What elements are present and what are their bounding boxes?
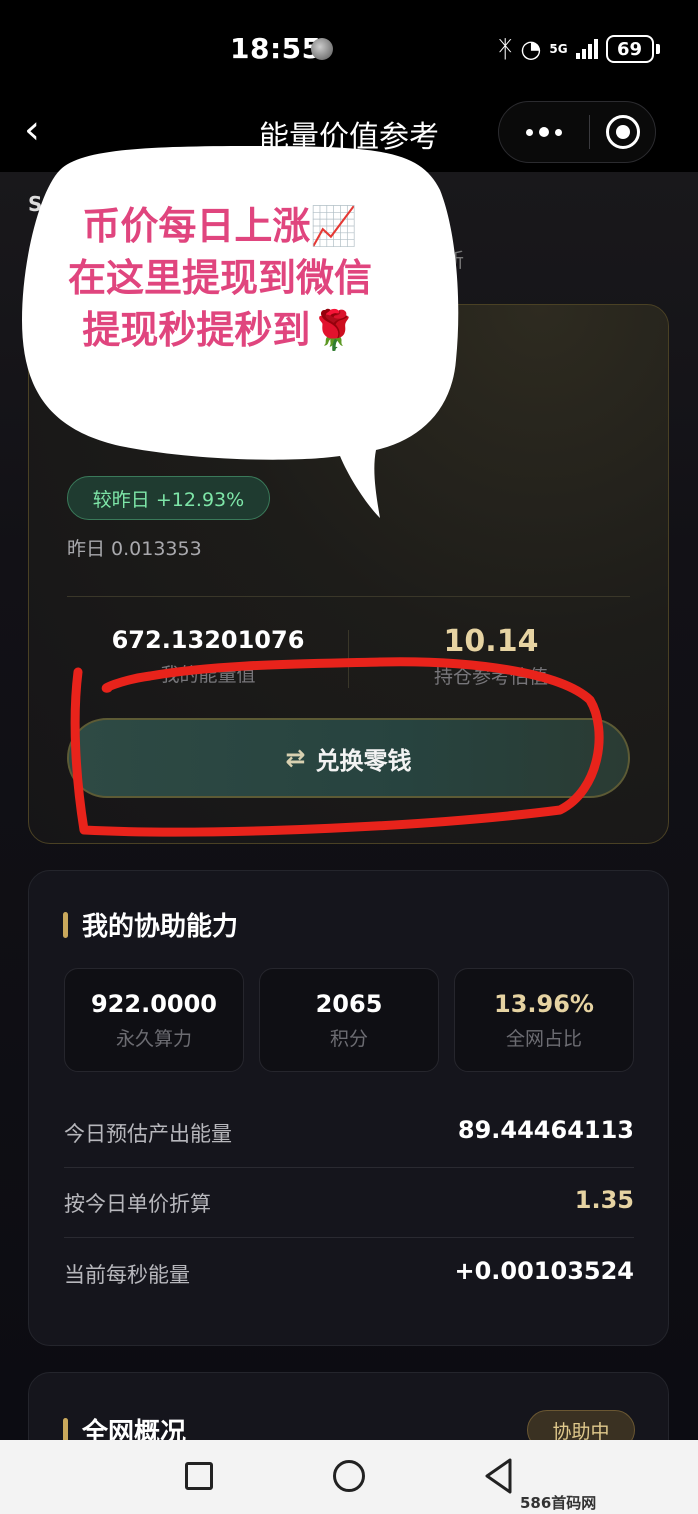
exchange-button-label: 兑换零钱: [315, 746, 412, 775]
battery-icon: 69: [605, 35, 654, 63]
yesterday-price: 昨日 0.013353: [67, 538, 202, 560]
battery-tip: [655, 44, 660, 54]
stat-box-share: [454, 968, 634, 1072]
holding-label: 持仓参考估值: [433, 666, 548, 688]
assist-title: 我的协助能力: [82, 912, 239, 942]
bubble-line-1: 币价每日上涨📈: [82, 204, 358, 248]
target-icon: [605, 115, 640, 149]
network-type: 5G: [549, 42, 568, 56]
battery-level: 69: [617, 38, 643, 60]
bubble-line-2: 在这里提现到微信: [67, 256, 372, 300]
signal-icon: [575, 39, 598, 59]
my-energy-value: 672.13201076: [111, 626, 305, 654]
change-label: 较昨日 +12.93%: [92, 488, 245, 511]
home-button[interactable]: [333, 1460, 365, 1492]
row-value: 89.44464113: [457, 1116, 634, 1144]
swap-icon: ⇄: [285, 744, 306, 772]
more-icon[interactable]: [499, 102, 589, 162]
stat-box-points: [259, 968, 439, 1072]
moon-icon: [311, 38, 333, 60]
holding-value: 10.14: [443, 624, 539, 659]
row-value: +0.00103524: [454, 1257, 634, 1285]
stat-label: 永久算力: [115, 1028, 192, 1050]
stat-label: 全网占比: [505, 1028, 582, 1050]
wifi-icon: ◔: [520, 35, 542, 63]
stat-label: 积分: [329, 1028, 368, 1050]
my-energy-label: 我的能量值: [160, 664, 256, 686]
recent-apps-button[interactable]: [185, 1462, 213, 1490]
status-time: 18:55: [230, 32, 322, 65]
row-label: 当前每秒能量: [64, 1263, 190, 1287]
stat-value: 922.0000: [90, 990, 217, 1018]
partial-text-right: 新: [444, 248, 464, 272]
stat-box-power: [64, 968, 244, 1072]
bluetooth-icon: ᛡ: [498, 35, 513, 63]
row-divider: [64, 1167, 634, 1168]
stat-value: 13.96%: [494, 990, 594, 1018]
back-nav-button[interactable]: [482, 1456, 514, 1496]
stat-value: 2065: [315, 990, 383, 1018]
watermark: 586首码网 www.h586.com: [520, 1494, 649, 1514]
bubble-text: 币价每日上涨📈 在这里提现到微信 提现秒提秒到🌹: [40, 200, 400, 356]
close-miniprogram-button[interactable]: [590, 115, 655, 149]
section-accent-bar: [63, 912, 68, 938]
row-label: 按今日单价折算: [64, 1192, 211, 1216]
row-value: 1.35: [574, 1186, 634, 1214]
row-divider: [64, 1237, 634, 1238]
bubble-line-3: 提现秒提秒到🌹: [82, 308, 358, 352]
row-label: 今日预估产出能量: [64, 1122, 232, 1146]
change-badge: 较昨日 +12.93%: [67, 476, 270, 520]
card-divider: [67, 596, 630, 597]
system-icons: ᛡ ◔ 5G 69: [498, 34, 660, 64]
stat-divider: [348, 630, 349, 688]
exchange-button[interactable]: ⇄ 兑换零钱: [67, 718, 630, 798]
miniprogram-capsule: [498, 101, 656, 163]
